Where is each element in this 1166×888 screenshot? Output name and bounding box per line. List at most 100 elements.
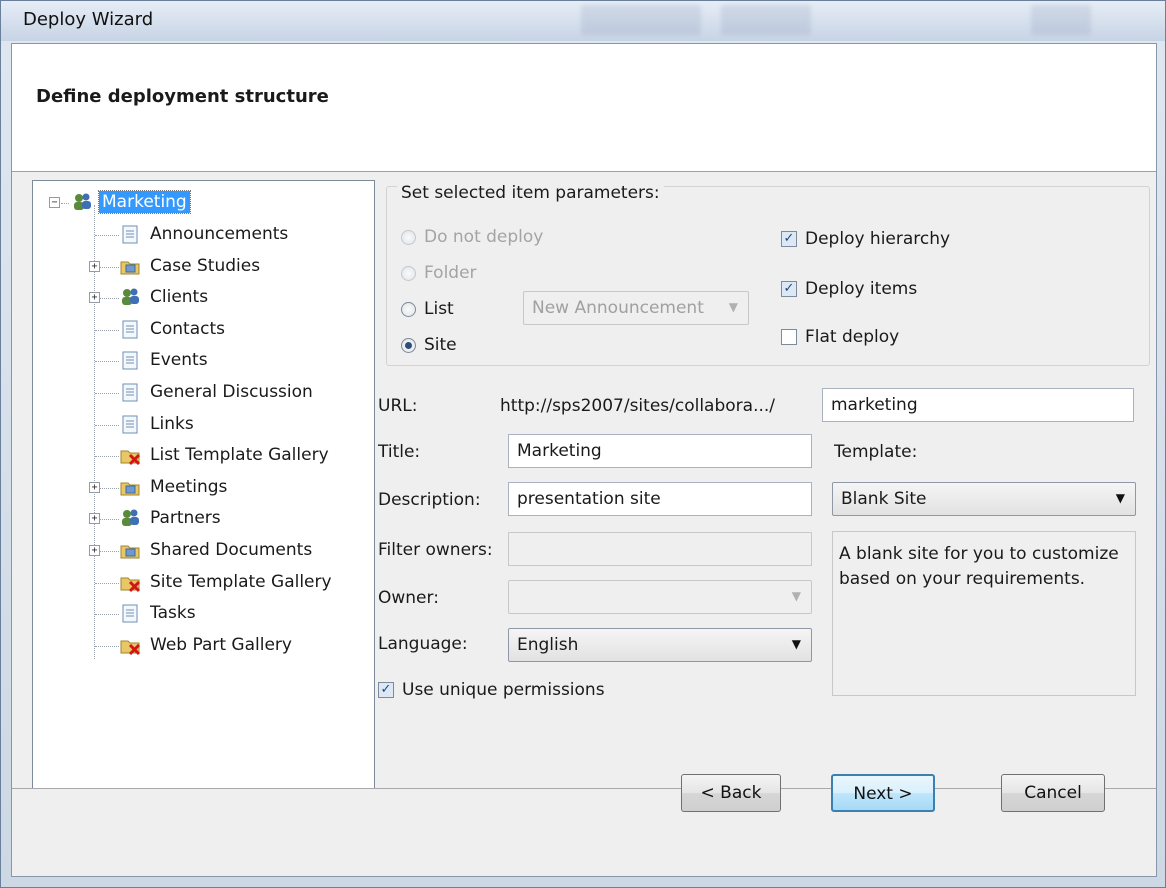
expand-toggle[interactable]: + xyxy=(89,481,100,493)
next-button[interactable]: Next > xyxy=(831,774,935,812)
tree-item-label: Meetings xyxy=(150,476,228,497)
expand-toggle[interactable]: + xyxy=(89,513,100,525)
checkbox-box: ✓ xyxy=(378,682,394,698)
chevron-down-icon: ▼ xyxy=(791,637,801,651)
checkbox-box: ✓ xyxy=(781,281,797,297)
expand-toggle[interactable]: + xyxy=(89,260,100,272)
library-folder-icon xyxy=(120,261,140,275)
tree-item[interactable]: Shared Documents xyxy=(119,535,315,565)
tree-item-label: Partners xyxy=(150,508,221,529)
tree-connector xyxy=(95,424,119,426)
back-button[interactable]: < Back xyxy=(681,774,781,812)
site-people-icon xyxy=(122,509,139,527)
filter-owners-input[interactable] xyxy=(508,532,812,566)
collapse-toggle[interactable]: − xyxy=(49,197,60,208)
tree-connector xyxy=(95,582,119,584)
tree-item-marketing[interactable]: Marketing xyxy=(71,187,191,217)
tree-item[interactable]: List Template Gallery xyxy=(119,440,332,470)
tree-item[interactable]: Meetings xyxy=(119,472,230,502)
tree-connector xyxy=(95,361,119,363)
tree-connector xyxy=(95,235,119,236)
template-description: A blank site for you to customize based … xyxy=(832,531,1136,696)
description-label: Description: xyxy=(378,490,481,510)
radio-do-not-deploy[interactable]: Do not deploy xyxy=(401,227,543,247)
checkbox-box: ✓ xyxy=(781,231,797,247)
url-base-text: http://sps2007/sites/collabora.../ xyxy=(500,396,776,416)
language-select[interactable]: English ▼ xyxy=(508,628,812,662)
tree-item[interactable]: Contacts xyxy=(119,314,228,344)
template-label: Template: xyxy=(834,442,918,462)
tree-item-label: List Template Gallery xyxy=(150,445,329,466)
deploy-items-checkbox[interactable]: ✓ Deploy items xyxy=(781,279,917,299)
tree-item[interactable]: Clients xyxy=(119,282,211,312)
url-label: URL: xyxy=(378,396,418,416)
tree-item-label: Web Part Gallery xyxy=(150,634,292,655)
tree-item[interactable]: General Discussion xyxy=(119,377,316,407)
deploy-hierarchy-checkbox[interactable]: ✓ Deploy hierarchy xyxy=(781,229,950,249)
tree-item-label: Shared Documents xyxy=(150,540,313,560)
flat-deploy-checkbox[interactable]: Flat deploy xyxy=(781,327,899,347)
cancel-button[interactable]: Cancel xyxy=(1001,774,1105,812)
tree-item-label: Clients xyxy=(150,287,209,308)
radio-label: List xyxy=(424,299,454,319)
expand-toggle[interactable]: + xyxy=(89,292,100,304)
radio-circle xyxy=(401,337,416,353)
list-icon xyxy=(122,225,138,244)
list-template-select[interactable]: New Announcement ▼ xyxy=(523,291,749,325)
radio-list[interactable]: List xyxy=(401,299,454,319)
tree-item-label: Links xyxy=(150,413,194,434)
checkbox-label: Use unique permissions xyxy=(402,680,605,700)
tree-item[interactable]: Tasks xyxy=(119,598,199,628)
owner-select[interactable]: ▼ xyxy=(508,580,812,614)
tree-connector xyxy=(94,205,95,659)
tree-item[interactable]: Site Template Gallery xyxy=(119,567,335,597)
wizard-footer xyxy=(12,788,1156,876)
url-input[interactable]: marketing xyxy=(822,388,1134,422)
tree-connector xyxy=(95,645,119,647)
background-blur xyxy=(1031,5,1091,35)
tree-item[interactable]: Case Studies xyxy=(119,251,263,281)
tree-item[interactable]: Events xyxy=(119,345,211,375)
title-bar[interactable]: Deploy Wizard xyxy=(1,1,1165,41)
language-label: Language: xyxy=(378,634,468,654)
list-icon xyxy=(122,383,138,402)
wizard-content: Define deployment structure − Marketing … xyxy=(11,43,1157,877)
title-input[interactable]: Marketing xyxy=(508,434,812,468)
tree-item[interactable]: Web Part Gallery xyxy=(119,630,295,660)
checkbox-box xyxy=(781,329,797,345)
tree-item-label: Announcements xyxy=(150,224,289,244)
tree-item[interactable]: Partners xyxy=(119,503,224,533)
select-value: New Announcement xyxy=(532,298,704,318)
radio-label: Folder xyxy=(424,263,477,283)
library-folder-icon xyxy=(120,545,140,559)
tree-item-label: Marketing xyxy=(98,190,191,214)
checkbox-label: Flat deploy xyxy=(805,327,900,347)
tree-item[interactable]: Announcements xyxy=(119,219,291,249)
tree-item-label: Tasks xyxy=(150,603,196,624)
radio-circle xyxy=(401,229,416,245)
tree-item[interactable]: Links xyxy=(119,409,197,439)
tree-connector xyxy=(95,329,119,331)
select-value: English xyxy=(517,635,579,655)
radio-circle xyxy=(401,301,416,317)
site-people-icon xyxy=(122,288,139,306)
unique-permissions-checkbox[interactable]: ✓ Use unique permissions xyxy=(378,680,605,700)
deploy-wizard-window: Deploy Wizard Define deployment structur… xyxy=(0,0,1166,888)
tree-item-label: Contacts xyxy=(150,318,225,339)
radio-site[interactable]: Site xyxy=(401,335,457,355)
gallery-excluded-icon xyxy=(120,640,141,655)
tree-item-label: General Discussion xyxy=(150,382,313,402)
tree-connector xyxy=(95,614,119,616)
list-icon xyxy=(122,351,138,370)
description-input[interactable]: presentation site xyxy=(508,482,812,516)
group-label: Set selected item parameters: xyxy=(397,183,664,203)
template-select[interactable]: Blank Site ▼ xyxy=(832,482,1136,516)
background-blur xyxy=(721,5,811,35)
site-structure-tree[interactable]: − Marketing Announcements Case Studies + Cl… xyxy=(32,180,375,790)
expand-toggle[interactable]: + xyxy=(89,545,100,556)
tree-connector xyxy=(95,456,119,458)
tree-connector xyxy=(95,393,119,394)
tree-connector xyxy=(61,203,69,204)
radio-folder[interactable]: Folder xyxy=(401,263,477,283)
owner-label: Owner: xyxy=(378,588,439,608)
